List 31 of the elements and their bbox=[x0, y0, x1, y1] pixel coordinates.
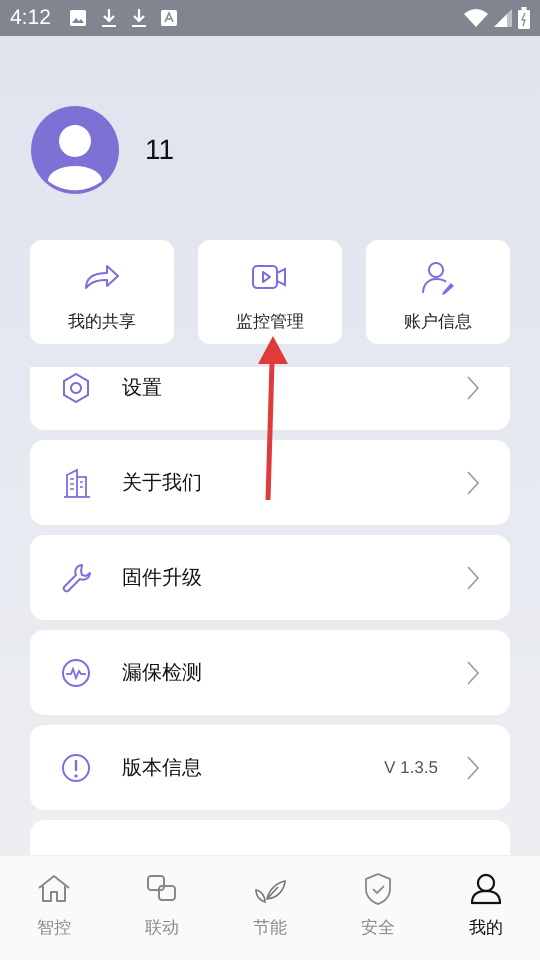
menu-item[interactable]: 漏保检测 bbox=[30, 630, 510, 715]
shortcut-button[interactable]: 账户信息 bbox=[366, 240, 510, 344]
status-time: 4:12 bbox=[10, 6, 51, 30]
image-icon bbox=[68, 9, 87, 27]
nav-tab[interactable]: 我的 bbox=[432, 856, 540, 960]
avatar-icon bbox=[31, 106, 119, 194]
pulse-icon bbox=[60, 656, 92, 688]
chevron-icon bbox=[466, 660, 480, 686]
menu-item[interactable]: 关于我们 bbox=[30, 440, 510, 525]
chevron-icon bbox=[466, 470, 480, 496]
download-icon bbox=[100, 8, 117, 28]
chevron-icon bbox=[466, 564, 480, 590]
menu-item[interactable]: 版本信息 V 1.3.5 bbox=[30, 725, 510, 810]
signal-icon bbox=[494, 8, 512, 28]
shortcut-button[interactable]: 我的共享 bbox=[30, 240, 174, 344]
download-icon bbox=[130, 8, 147, 28]
chevron-icon bbox=[466, 374, 480, 400]
battery-icon bbox=[518, 7, 530, 29]
user-name: 11 bbox=[145, 134, 174, 166]
wifi-icon bbox=[464, 8, 488, 28]
shortcut-button[interactable]: 监控管理 bbox=[198, 240, 342, 344]
menu-item[interactable]: 设置 bbox=[30, 367, 510, 430]
user-icon bbox=[469, 872, 503, 906]
user-edit-icon bbox=[419, 260, 457, 296]
wrench-icon bbox=[60, 562, 92, 594]
hexagon-icon bbox=[60, 372, 92, 404]
chevron-icon bbox=[466, 754, 480, 780]
version-text: V 1.3.5 bbox=[384, 758, 438, 778]
menu-item[interactable]: 固件升级 bbox=[30, 535, 510, 620]
font-icon bbox=[160, 10, 177, 26]
info-icon bbox=[60, 752, 92, 784]
